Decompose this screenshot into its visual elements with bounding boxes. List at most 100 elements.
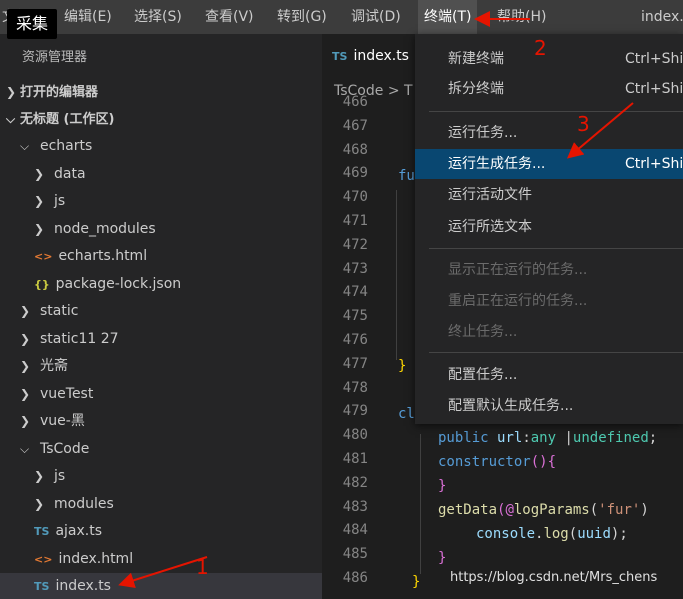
- tree-item[interactable]: {} package-lock.json: [0, 271, 322, 298]
- menu-selection[interactable]: 选择(S): [134, 0, 182, 34]
- menu-debug[interactable]: 调试(D): [351, 0, 401, 34]
- tree-item-label: static: [40, 303, 79, 319]
- explorer-sidebar: 资源管理器 ❯ 打开的编辑器 ⌵ 无标题 (工作区) ⌵ echarts ❯ data ❯ j…: [0, 34, 322, 599]
- menu-item-label: 运行生成任务...: [448, 156, 546, 172]
- html-file-icon: <>: [34, 250, 53, 263]
- tree-item[interactable]: ❯ static: [0, 298, 322, 325]
- tree-item-label: echarts: [40, 138, 93, 154]
- tree-item[interactable]: TS ajax.ts: [0, 518, 322, 545]
- menu-edit[interactable]: 编辑(E): [64, 0, 112, 34]
- chevron-right-icon: ❯: [20, 414, 31, 428]
- chevron-right-icon: ❯: [20, 359, 31, 373]
- tree-item-label: data: [54, 165, 86, 182]
- workspace-label: 无标题 (工作区): [20, 112, 115, 127]
- terminal-menu-item[interactable]: 运行所选文本: [415, 212, 683, 242]
- tree-item[interactable]: ❯ js: [0, 463, 322, 490]
- tree-item[interactable]: ❯ modules: [0, 491, 322, 518]
- menu-help[interactable]: 帮助(H): [497, 0, 546, 34]
- menu-terminal[interactable]: 终端(T): [418, 0, 478, 34]
- menu-item-label: 新建终端: [448, 51, 504, 67]
- chevron-right-icon: ❯: [34, 221, 45, 236]
- line-number: 483: [342, 498, 368, 515]
- code-line-485: }: [438, 550, 447, 566]
- line-number: 472: [342, 236, 368, 253]
- line-number: 478: [342, 379, 368, 396]
- capture-badge[interactable]: 采集: [7, 9, 57, 39]
- menu-bar: 文件 编辑(E) 选择(S) 查看(V) 转到(G) 调试(D) 终端(T) 帮…: [0, 0, 683, 34]
- html-file-icon: <>: [34, 552, 53, 566]
- chevron-right-icon: ❯: [20, 331, 31, 346]
- code-line-480: public url:any |undefined;: [438, 430, 658, 446]
- chevron-right-icon: ❯: [20, 304, 31, 318]
- tree-item[interactable]: TS index.ts: [0, 573, 322, 599]
- menu-item-label: 运行活动文件: [448, 187, 532, 203]
- terminal-menu-item[interactable]: 拆分终端 Ctrl+Shi: [415, 74, 683, 104]
- indent-guide: [420, 434, 421, 574]
- tree-item-label: package-lock.json: [55, 275, 182, 292]
- line-number: 466: [342, 94, 368, 110]
- tree-item-label: js: [54, 468, 66, 484]
- menu-item-label: 终止任务...: [448, 324, 518, 340]
- tree-item[interactable]: ⌵ echarts: [0, 133, 322, 160]
- terminal-menu-item[interactable]: 运行任务...: [415, 118, 683, 148]
- tree-item[interactable]: ❯ js: [0, 188, 322, 215]
- typescript-file-icon: TS: [34, 580, 50, 593]
- chevron-right-icon: ❯: [34, 469, 45, 483]
- line-number: 469: [342, 165, 368, 182]
- workspace-header[interactable]: ⌵ 无标题 (工作区): [0, 105, 322, 133]
- tree-item[interactable]: <> echarts.html: [0, 243, 322, 270]
- menu-item-label: 配置默认生成任务...: [448, 398, 574, 414]
- code-line-482: }: [438, 478, 447, 494]
- chevron-down-icon: ⌵: [20, 139, 30, 153]
- tree-item-label: 光斋: [40, 358, 68, 374]
- menu-item-label: 显示正在运行的任务...: [448, 262, 588, 278]
- menu-item-shortcut: Ctrl+Shi: [625, 81, 683, 97]
- menu-separator: [429, 111, 683, 112]
- terminal-menu-item[interactable]: 运行生成任务... Ctrl+Shi: [415, 149, 683, 179]
- tree-item-label: ajax.ts: [55, 523, 103, 539]
- menu-separator: [429, 248, 683, 249]
- menu-separator: [429, 352, 683, 353]
- line-number: 473: [342, 260, 368, 277]
- code-line-484: console.log(uuid);: [476, 526, 628, 542]
- chevron-right-icon: ❯: [6, 85, 17, 99]
- terminal-menu-item[interactable]: 新建终端 Ctrl+Shi: [415, 44, 683, 74]
- line-number: 480: [342, 427, 368, 444]
- chevron-down-icon: ⌵: [6, 112, 16, 126]
- chevron-right-icon: ❯: [34, 496, 45, 511]
- terminal-menu-item[interactable]: 运行活动文件: [415, 180, 683, 210]
- explorer-title: 资源管理器: [22, 50, 88, 65]
- typescript-file-icon: TS: [332, 50, 348, 63]
- tab-index-ts[interactable]: TS index.ts: [322, 34, 422, 78]
- tree-item[interactable]: ❯ vueTest: [0, 381, 322, 408]
- line-number: 468: [342, 141, 368, 158]
- line-number: 482: [342, 474, 368, 491]
- chevron-down-icon: ⌵: [20, 441, 30, 456]
- tree-item[interactable]: ⌵ TsCode: [0, 436, 322, 463]
- menu-go[interactable]: 转到(G): [277, 0, 327, 34]
- tree-item-label: js: [54, 193, 66, 209]
- tab-label: index.ts: [353, 48, 409, 64]
- terminal-menu-item[interactable]: 配置默认生成任务...: [415, 391, 683, 421]
- code-line-483: getData(@logParams('fur'): [438, 502, 649, 518]
- terminal-menu-item[interactable]: 配置任务...: [415, 360, 683, 390]
- line-number: 467: [342, 117, 368, 134]
- menu-item-label: 运行任务...: [448, 125, 518, 141]
- annotation-1: 1: [196, 555, 209, 579]
- tree-item[interactable]: ❯ 光斋: [0, 353, 322, 380]
- menu-view[interactable]: 查看(V): [205, 0, 254, 34]
- open-editors-label: 打开的编辑器: [20, 85, 99, 100]
- line-number: 476: [342, 332, 368, 348]
- annotation-3: 3: [577, 112, 590, 136]
- typescript-file-icon: TS: [34, 525, 50, 538]
- tree-item-label: node_modules: [54, 220, 156, 237]
- tree-item[interactable]: <> index.html: [0, 546, 322, 573]
- indent-guide: [396, 190, 397, 360]
- tree-item[interactable]: ❯ static11 27: [0, 326, 322, 353]
- line-number: 486: [342, 570, 368, 586]
- tree-item[interactable]: ❯ node_modules: [0, 216, 322, 243]
- open-editors-header[interactable]: ❯ 打开的编辑器: [0, 78, 322, 106]
- tree-item[interactable]: ❯ data: [0, 161, 322, 188]
- tree-item[interactable]: ❯ vue-黑: [0, 408, 322, 435]
- menu-item-label: 配置任务...: [448, 367, 518, 383]
